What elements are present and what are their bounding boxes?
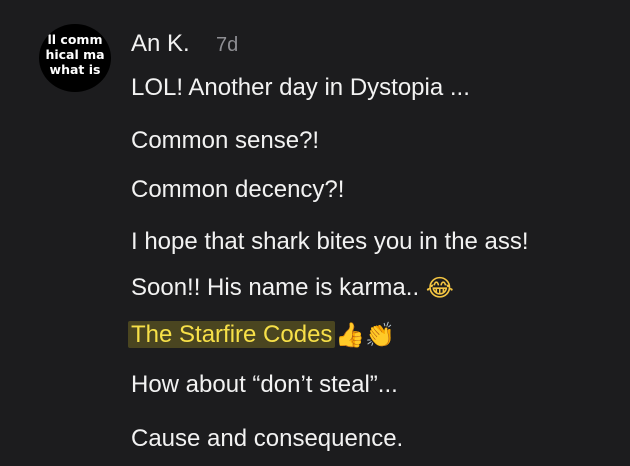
comment-line-4: I hope that shark bites you in the ass! xyxy=(131,228,529,255)
comment-line-8: Cause and consequence. xyxy=(131,425,404,452)
comment-line-6: The Starfire Codes 👍👏 xyxy=(128,319,396,351)
clapping-hands-emoji-icon: 👏 xyxy=(365,321,396,349)
avatar-text-line-3: what is xyxy=(49,62,101,77)
comment-line-5: Soon!! His name is karma.. 😂 xyxy=(131,272,454,304)
comment-line-7: How about “don’t steal”... xyxy=(131,371,398,398)
avatar[interactable]: ll comm hical ma what is xyxy=(39,24,111,92)
thumbs-up-emoji-icon: 👍 xyxy=(335,321,366,349)
comment-author[interactable]: An K. xyxy=(131,28,190,60)
comment-line-2: Common sense?! xyxy=(131,127,320,154)
comment-timestamp: 7d xyxy=(216,34,239,56)
comment-line-3: Common decency?! xyxy=(131,176,345,203)
comment-line-1: LOL! Another day in Dystopia ... xyxy=(131,74,470,101)
avatar-image-text: ll comm hical ma what is xyxy=(39,32,111,77)
avatar-text-line-1: ll comm xyxy=(47,32,103,47)
starfire-codes-link[interactable]: The Starfire Codes xyxy=(128,321,336,348)
laughing-emoji-icon: 😂 xyxy=(425,274,454,302)
avatar-text-line-2: hical ma xyxy=(45,47,105,62)
comment-line-5-text: Soon!! His name is karma.. xyxy=(131,274,426,301)
